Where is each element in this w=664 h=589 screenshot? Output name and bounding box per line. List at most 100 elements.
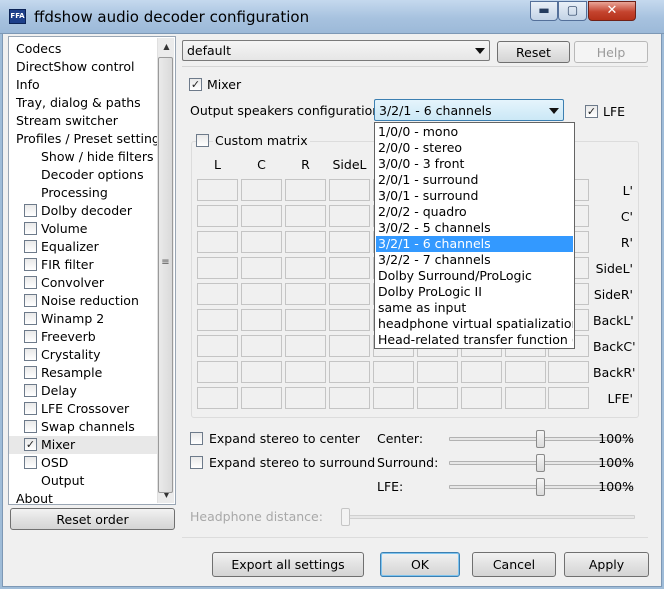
tree-scroll-thumb[interactable]: ≡ bbox=[158, 57, 173, 493]
tree-item-checkbox[interactable] bbox=[24, 456, 37, 469]
matrix-cell[interactable] bbox=[373, 387, 414, 409]
matrix-cell[interactable] bbox=[197, 257, 238, 279]
tree-item[interactable]: Freeverb bbox=[9, 328, 157, 346]
matrix-cell[interactable] bbox=[241, 231, 282, 253]
matrix-cell[interactable] bbox=[197, 361, 238, 383]
matrix-cell[interactable] bbox=[197, 283, 238, 305]
dropdown-option[interactable]: 3/0/1 - surround bbox=[376, 188, 573, 204]
headphone-distance-track[interactable] bbox=[344, 515, 635, 519]
matrix-cell[interactable] bbox=[241, 335, 282, 357]
matrix-cell[interactable] bbox=[329, 361, 370, 383]
reset-button[interactable]: Reset bbox=[497, 41, 570, 63]
matrix-cell[interactable] bbox=[197, 205, 238, 227]
custom-matrix-checkbox[interactable] bbox=[196, 134, 209, 147]
tree-item[interactable]: Output bbox=[9, 472, 157, 490]
matrix-cell[interactable] bbox=[241, 257, 282, 279]
ok-button[interactable]: OK bbox=[380, 552, 460, 577]
matrix-cell[interactable] bbox=[329, 309, 370, 331]
tree-item[interactable]: Dolby decoder bbox=[9, 202, 157, 220]
level-slider-thumb[interactable] bbox=[536, 478, 545, 496]
tree-item[interactable]: Equalizer bbox=[9, 238, 157, 256]
matrix-cell[interactable] bbox=[548, 361, 589, 383]
matrix-cell[interactable] bbox=[241, 309, 282, 331]
dropdown-option[interactable]: 2/0/0 - stereo bbox=[376, 140, 573, 156]
profile-select[interactable]: default bbox=[182, 40, 490, 61]
matrix-cell[interactable] bbox=[285, 179, 326, 201]
tree-item[interactable]: OSD bbox=[9, 454, 157, 472]
tree-item[interactable]: Swap channels bbox=[9, 418, 157, 436]
matrix-cell[interactable] bbox=[285, 335, 326, 357]
tree-item-checkbox[interactable] bbox=[24, 366, 37, 379]
tree-item-checkbox[interactable] bbox=[24, 240, 37, 253]
lfe-checkbox[interactable]: ✓ bbox=[585, 105, 598, 118]
tree-item[interactable]: Winamp 2 bbox=[9, 310, 157, 328]
matrix-cell[interactable] bbox=[197, 387, 238, 409]
matrix-cell[interactable] bbox=[329, 205, 370, 227]
tree-item-checkbox[interactable] bbox=[24, 330, 37, 343]
close-button[interactable]: ✕ bbox=[588, 1, 636, 21]
dropdown-option[interactable]: Head-related transfer function (HR bbox=[376, 332, 573, 348]
reset-order-button[interactable]: Reset order bbox=[10, 508, 175, 530]
tree-item[interactable]: Resample bbox=[9, 364, 157, 382]
export-settings-button[interactable]: Export all settings bbox=[212, 552, 364, 577]
expand-center-checkbox[interactable] bbox=[190, 432, 203, 445]
matrix-cell[interactable] bbox=[197, 309, 238, 331]
tree-item-checkbox[interactable] bbox=[24, 348, 37, 361]
matrix-cell[interactable] bbox=[461, 387, 502, 409]
matrix-cell[interactable] bbox=[241, 205, 282, 227]
dropdown-option[interactable]: 2/0/1 - surround bbox=[376, 172, 573, 188]
tree-item-checkbox[interactable] bbox=[24, 222, 37, 235]
tree-item[interactable]: Codecs bbox=[9, 40, 157, 58]
tree-item[interactable]: About bbox=[9, 490, 157, 504]
tree-item-checkbox[interactable]: ✓ bbox=[24, 438, 37, 451]
tree-item[interactable]: Show / hide filters bbox=[9, 148, 157, 166]
matrix-cell[interactable] bbox=[548, 387, 589, 409]
matrix-cell[interactable] bbox=[197, 231, 238, 253]
matrix-cell[interactable] bbox=[285, 361, 326, 383]
tree-item-checkbox[interactable] bbox=[24, 420, 37, 433]
tree-item[interactable]: Info bbox=[9, 76, 157, 94]
tree-item-checkbox[interactable] bbox=[24, 384, 37, 397]
tree-item[interactable]: Delay bbox=[9, 382, 157, 400]
tree-item[interactable]: Volume bbox=[9, 220, 157, 238]
tree-item[interactable]: Decoder options bbox=[9, 166, 157, 184]
tree-item[interactable]: Profiles / Preset settings bbox=[9, 130, 166, 148]
output-speakers-select[interactable]: 3/2/1 - 6 channels bbox=[374, 99, 564, 121]
tree-item-checkbox[interactable] bbox=[24, 294, 37, 307]
cancel-button[interactable]: Cancel bbox=[472, 552, 556, 577]
help-button[interactable]: Help bbox=[574, 41, 648, 63]
matrix-cell[interactable] bbox=[505, 387, 546, 409]
tree-item-checkbox[interactable] bbox=[24, 258, 37, 271]
matrix-cell[interactable] bbox=[285, 309, 326, 331]
level-slider-thumb[interactable] bbox=[536, 454, 545, 472]
tree-item[interactable]: Crystality bbox=[9, 346, 157, 364]
expand-surround-checkbox[interactable] bbox=[190, 456, 203, 469]
dropdown-option[interactable]: 3/2/2 - 7 channels bbox=[376, 252, 573, 268]
tree-item-checkbox[interactable] bbox=[24, 204, 37, 217]
matrix-cell[interactable] bbox=[241, 179, 282, 201]
matrix-cell[interactable] bbox=[241, 361, 282, 383]
speakers-dropdown-list[interactable]: 1/0/0 - mono 2/0/0 - stereo 3/0/0 - 3 fron… bbox=[374, 122, 575, 349]
matrix-cell[interactable] bbox=[285, 257, 326, 279]
tree-item[interactable]: ✓ Mixer bbox=[9, 436, 157, 454]
scroll-up-arrow-icon[interactable]: ▲ bbox=[158, 38, 175, 55]
matrix-cell[interactable] bbox=[329, 335, 370, 357]
tree-item[interactable]: Convolver bbox=[9, 274, 157, 292]
matrix-cell[interactable] bbox=[329, 179, 370, 201]
tree-item[interactable]: LFE Crossover bbox=[9, 400, 157, 418]
matrix-cell[interactable] bbox=[285, 387, 326, 409]
dropdown-option[interactable]: same as input bbox=[376, 300, 573, 316]
tree-item-checkbox[interactable] bbox=[24, 312, 37, 325]
matrix-cell[interactable] bbox=[197, 179, 238, 201]
matrix-cell[interactable] bbox=[241, 283, 282, 305]
matrix-cell[interactable] bbox=[373, 361, 414, 383]
matrix-cell[interactable] bbox=[329, 283, 370, 305]
matrix-cell[interactable] bbox=[285, 231, 326, 253]
dropdown-option[interactable]: 3/0/2 - 5 channels bbox=[376, 220, 573, 236]
matrix-cell[interactable] bbox=[505, 361, 546, 383]
matrix-cell[interactable] bbox=[197, 335, 238, 357]
maximize-button[interactable]: ▢ bbox=[558, 1, 587, 21]
matrix-cell[interactable] bbox=[461, 361, 502, 383]
dropdown-option[interactable]: 1/0/0 - mono bbox=[376, 124, 573, 140]
tree-item[interactable]: DirectShow control bbox=[9, 58, 157, 76]
